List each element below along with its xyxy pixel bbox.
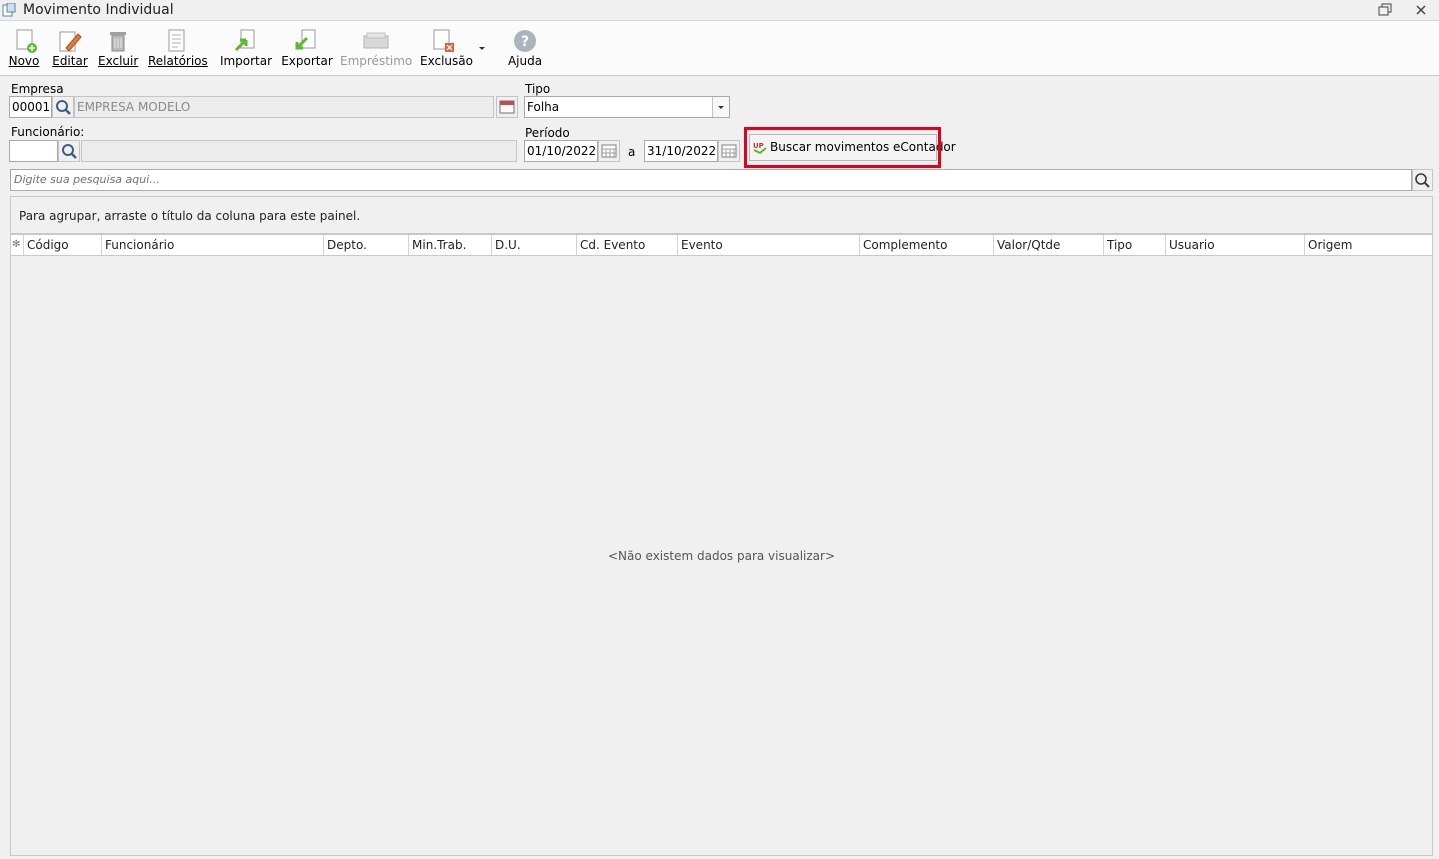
restore-icon[interactable] — [1378, 3, 1394, 17]
column-header-tipo[interactable]: Tipo — [1104, 235, 1166, 255]
empresa-label: Empresa — [11, 82, 64, 96]
column-header-min-trab[interactable]: Min.Trab. — [409, 235, 492, 255]
app-icon — [2, 2, 16, 17]
import-icon — [232, 28, 260, 54]
calendar-icon — [721, 144, 737, 158]
importar-button[interactable]: Importar — [218, 21, 274, 75]
column-header-complemento[interactable]: Complemento — [860, 235, 994, 255]
grid-header: ✻ Código Funcionário Depto. Min.Trab. D.… — [11, 235, 1432, 256]
calendar-icon — [499, 100, 515, 114]
editar-button[interactable]: Editar — [50, 21, 90, 75]
funcionario-name-field — [81, 140, 517, 162]
empresa-code-field[interactable]: 00001 — [9, 96, 52, 118]
search-icon — [62, 144, 77, 159]
periodo-separator: a — [628, 145, 636, 159]
empresa-search-button[interactable] — [52, 96, 74, 118]
edit-pencil-icon — [56, 28, 84, 54]
tipo-select[interactable]: Folha — [524, 96, 730, 118]
excluir-label: Excluir — [98, 54, 139, 68]
search-placeholder: Digite sua pesquisa aqui... — [14, 173, 160, 186]
export-icon — [293, 28, 321, 54]
data-grid[interactable]: ✻ Código Funcionário Depto. Min.Trab. D.… — [10, 234, 1433, 856]
search-button[interactable] — [1412, 169, 1433, 191]
title-bar: Movimento Individual — [0, 0, 1439, 21]
tipo-label: Tipo — [525, 82, 551, 96]
column-header-du[interactable]: D.U. — [492, 235, 577, 255]
column-header-funcionario[interactable]: Funcionário — [102, 235, 324, 255]
importar-label: Importar — [219, 54, 273, 68]
search-icon — [1415, 173, 1430, 188]
funcionario-search-button[interactable] — [58, 140, 80, 162]
group-by-hint: Para agrupar, arraste o título da coluna… — [19, 209, 361, 223]
column-header-cd-evento[interactable]: Cd. Evento — [577, 235, 678, 255]
window-title: Movimento Individual — [23, 2, 174, 18]
chevron-down-icon[interactable] — [478, 41, 486, 55]
toolbar: Novo Editar Excluir Relatórios Importar … — [0, 21, 1439, 76]
exclusion-icon — [430, 28, 458, 54]
funcionario-code-field[interactable] — [9, 140, 58, 162]
tipo-value: Folha — [527, 100, 560, 114]
svg-text:?: ? — [521, 34, 529, 50]
trash-icon — [104, 28, 132, 54]
excluir-button[interactable]: Excluir — [98, 21, 138, 75]
empresa-name-field: EMPRESA MODELO — [74, 96, 494, 118]
column-header-evento[interactable]: Evento — [678, 235, 860, 255]
exportar-label: Exportar — [281, 54, 333, 68]
exportar-button[interactable]: Exportar — [281, 21, 333, 75]
novo-button[interactable]: Novo — [4, 21, 44, 75]
calendar-icon — [601, 144, 617, 158]
novo-label: Novo — [8, 54, 40, 68]
emprestimo-button[interactable]: Empréstimo — [340, 21, 412, 75]
close-icon[interactable] — [1413, 2, 1429, 18]
funcionario-label: Funcionário: — [11, 125, 85, 139]
emprestimo-label: Empréstimo — [340, 54, 413, 68]
empresa-calendar-button[interactable] — [496, 96, 518, 118]
relatorios-button[interactable]: Relatórios — [148, 21, 208, 75]
report-icon — [163, 28, 191, 54]
periodo-inicio-field[interactable]: 01/10/2022 — [524, 140, 598, 162]
empty-grid-message: <Não existem dados para visualizar> — [607, 549, 835, 563]
periodo-fim-calendar-button[interactable] — [718, 140, 740, 162]
new-document-icon — [12, 28, 40, 54]
search-input[interactable]: Digite sua pesquisa aqui... — [10, 169, 1412, 191]
column-header-usuario[interactable]: Usuario — [1166, 235, 1305, 255]
column-header-depto[interactable]: Depto. — [324, 235, 409, 255]
column-chooser-icon[interactable]: ✻ — [11, 235, 24, 255]
ajuda-button[interactable]: ? Ajuda — [504, 21, 546, 75]
exclusao-button[interactable]: Exclusão — [420, 21, 488, 75]
loan-icon — [362, 28, 390, 54]
periodo-inicio-calendar-button[interactable] — [598, 140, 620, 162]
exclusao-label: Exclusão — [420, 54, 473, 68]
group-by-panel[interactable]: Para agrupar, arraste o título da coluna… — [10, 196, 1433, 234]
ajuda-label: Ajuda — [507, 54, 543, 68]
periodo-label: Período — [525, 126, 570, 140]
column-header-valor-qtde[interactable]: Valor/Qtde — [994, 235, 1104, 255]
periodo-fim-field[interactable]: 31/10/2022 — [644, 140, 718, 162]
search-icon — [56, 100, 71, 115]
column-header-codigo[interactable]: Código — [24, 235, 102, 255]
relatorios-label: Relatórios — [148, 54, 208, 68]
dropdown-arrow-icon[interactable] — [712, 97, 729, 117]
help-icon: ? — [511, 28, 539, 54]
highlight-box — [744, 127, 941, 168]
column-header-origem[interactable]: Origem — [1305, 235, 1432, 255]
editar-label: Editar — [52, 54, 88, 68]
